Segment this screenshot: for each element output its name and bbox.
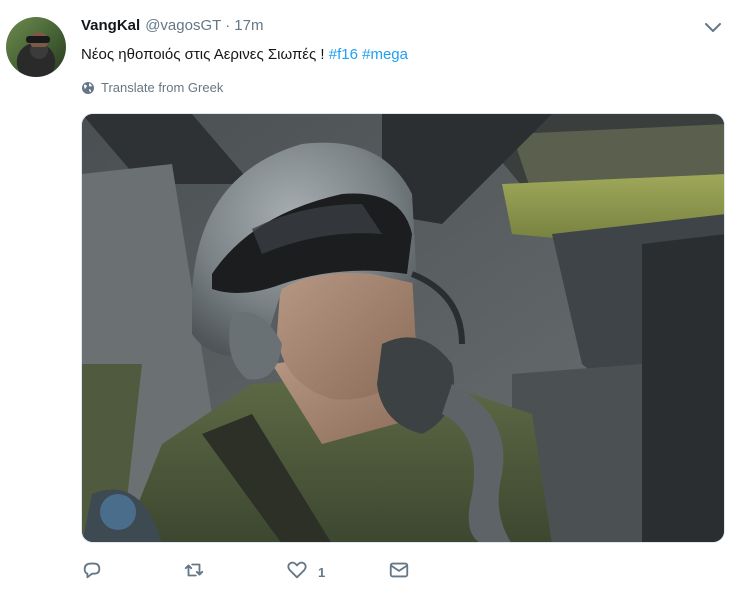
chevron-down-icon[interactable] <box>704 19 722 37</box>
hashtag-f16[interactable]: #f16 <box>329 46 358 63</box>
tweet-text: Νέος ηθοποιός στις Αερινες Σιωπές ! #f16… <box>81 45 408 65</box>
heart-icon <box>286 559 308 586</box>
hashtag-mega[interactable]: #mega <box>362 46 408 63</box>
tweet[interactable]: VangKal @vagosGT · 17m Νέος ηθοποιός στι… <box>0 0 735 590</box>
reply-icon <box>81 559 103 586</box>
author-display-name[interactable]: VangKal <box>81 17 140 34</box>
avatar[interactable] <box>6 17 66 77</box>
tweet-actions: 1 <box>81 560 501 584</box>
like-button[interactable]: 1 <box>286 560 325 584</box>
avatar-sunglasses <box>26 36 50 43</box>
avatar-beard <box>30 47 48 59</box>
envelope-icon <box>388 559 410 586</box>
pilot-in-cockpit-photo <box>82 114 724 542</box>
tweet-text-body: Νέος ηθοποιός στις Αερινες Σιωπές ! <box>81 46 329 63</box>
direct-message-button[interactable] <box>388 560 410 584</box>
retweet-icon <box>183 559 205 586</box>
translate-link[interactable]: Translate from Greek <box>81 80 223 95</box>
tweet-timestamp[interactable]: 17m <box>234 17 263 34</box>
author-handle[interactable]: @vagosGT <box>145 17 221 34</box>
tweet-header: VangKal @vagosGT · 17m <box>81 17 263 37</box>
translate-label: Translate from Greek <box>101 80 224 95</box>
header-separator: · <box>225 17 231 34</box>
like-count: 1 <box>318 564 326 580</box>
globe-icon <box>81 81 95 95</box>
reply-button[interactable] <box>81 560 103 584</box>
retweet-button[interactable] <box>183 560 205 584</box>
tweet-media-photo[interactable] <box>81 113 725 543</box>
